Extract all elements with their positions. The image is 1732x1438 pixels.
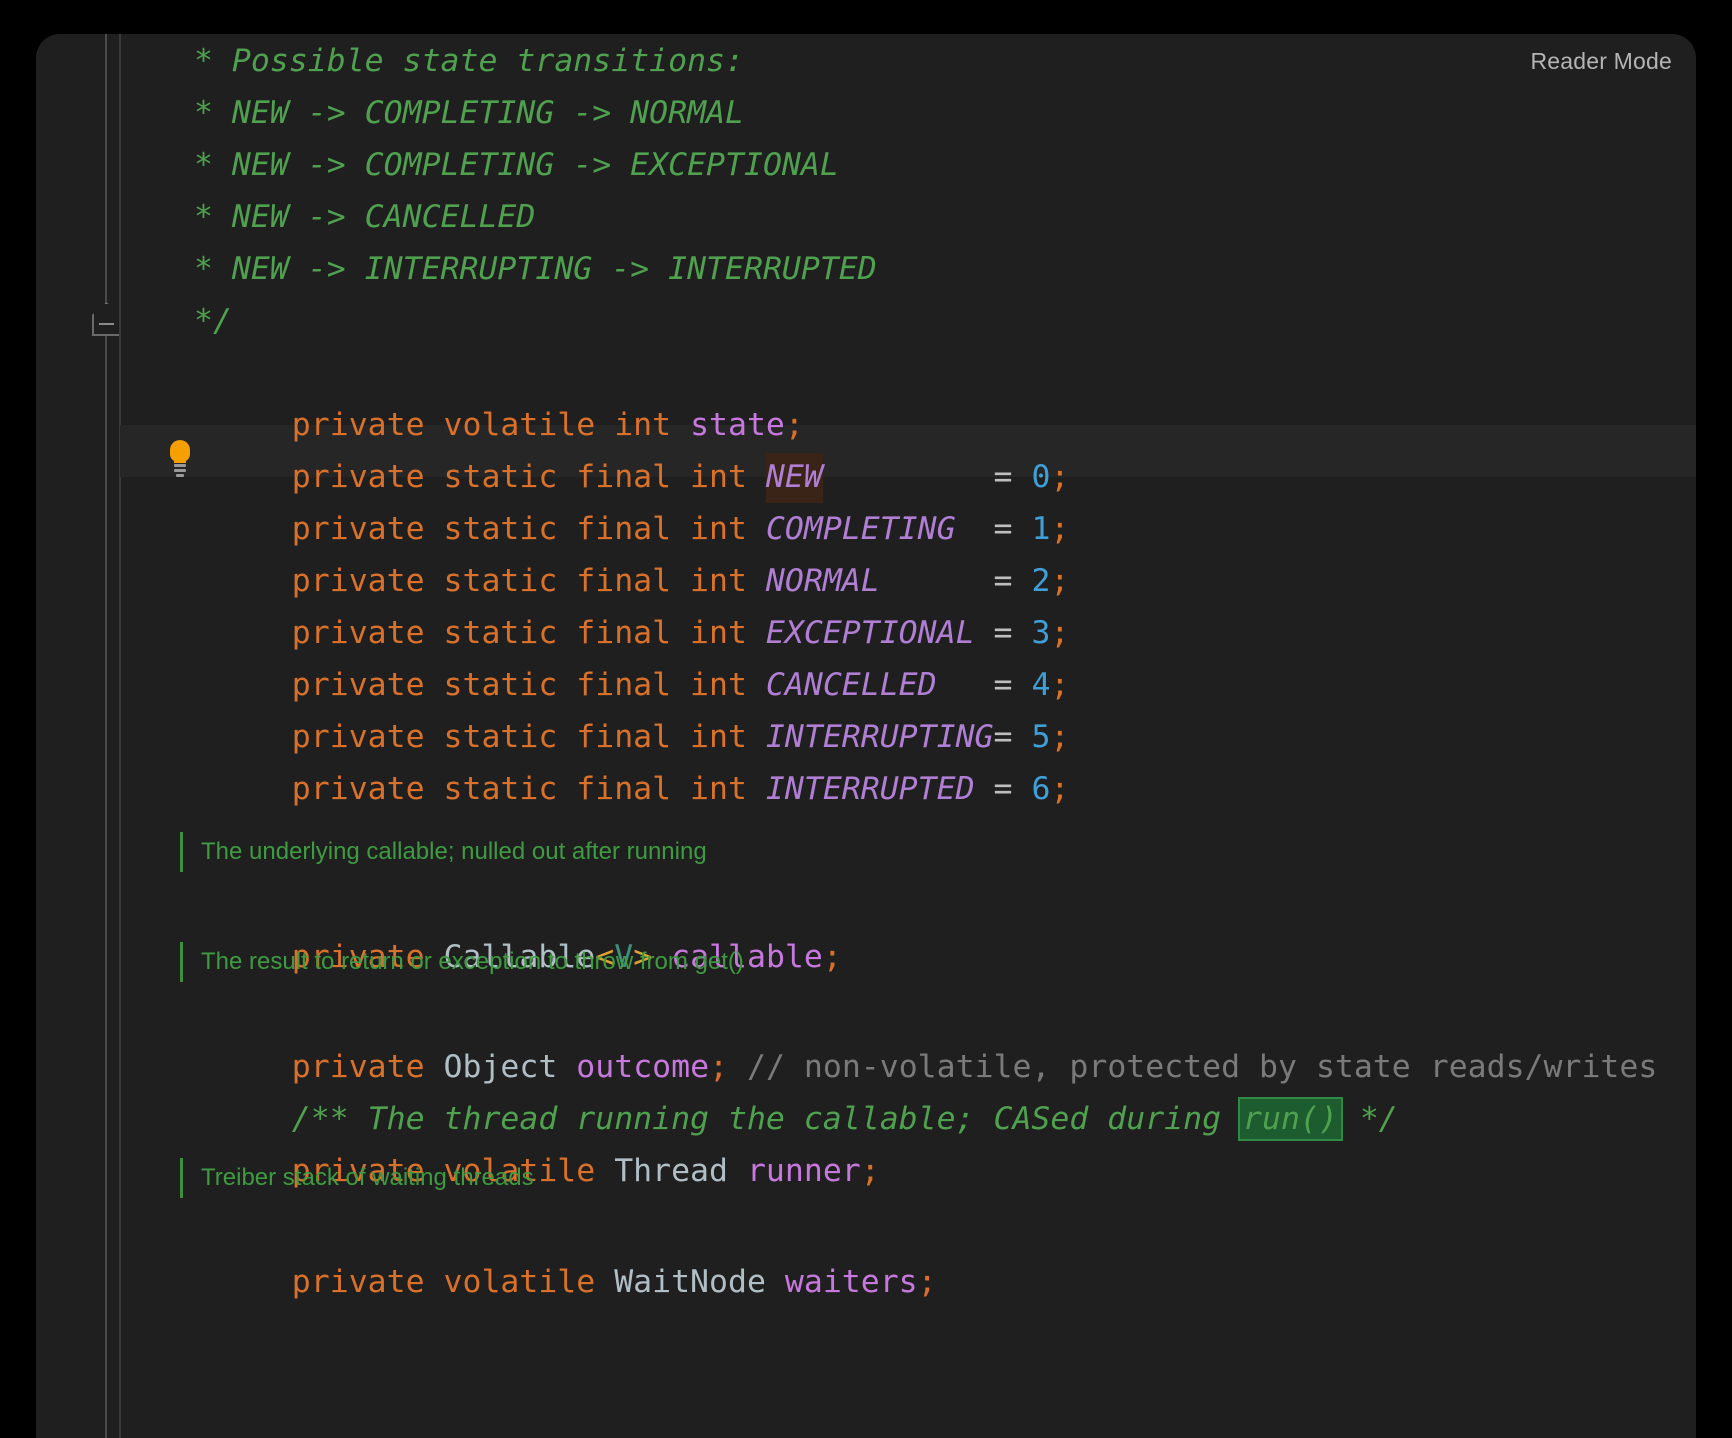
code-fold-collapse-icon[interactable] xyxy=(92,302,121,336)
code-line-constant: private static final int CANCELLED = 4; xyxy=(178,607,1070,703)
code-line-comment-end: */ xyxy=(194,295,232,347)
doc-comment-after-match: */ xyxy=(1340,1101,1398,1137)
code-line-comment: * NEW -> INTERRUPTING -> INTERRUPTED xyxy=(194,243,877,295)
rendered-doc-comment[interactable]: Treiber stack of waiting threads xyxy=(180,1156,534,1200)
code-line-comment: * NEW -> COMPLETING -> EXCEPTIONAL xyxy=(194,139,839,191)
keyword-tokens: private static final int xyxy=(291,771,747,807)
code-line-field-callable: private Callable<V> callable; xyxy=(178,879,842,975)
semicolon: ; xyxy=(822,939,842,975)
doc-accent-bar xyxy=(180,1158,183,1198)
doc-accent-bar xyxy=(180,832,183,872)
semicolon: ; xyxy=(917,1264,937,1300)
type-name: Thread xyxy=(614,1153,728,1189)
code-line-comment: * Possible state transitions: xyxy=(194,35,744,87)
comment-text: * NEW -> COMPLETING -> NORMAL xyxy=(194,95,744,131)
search-match-highlight: run() xyxy=(1238,1097,1343,1141)
semicolon: ; xyxy=(1050,771,1070,807)
code-line-comment: * NEW -> COMPLETING -> NORMAL xyxy=(194,87,744,139)
field-name: runner xyxy=(746,1153,861,1189)
code-line-doc-runner: /** The thread running the callable; CAS… xyxy=(178,1041,1398,1141)
rendered-doc-comment[interactable]: The underlying callable; nulled out afte… xyxy=(180,830,707,874)
editor-gutter[interactable] xyxy=(36,34,121,1438)
rendered-doc-comment[interactable]: The result to return or exception to thr… xyxy=(180,940,744,984)
code-line-field-runner: private volatile Thread runner; xyxy=(178,1093,880,1189)
comment-text: * NEW -> INTERRUPTING -> INTERRUPTED xyxy=(194,251,877,287)
code-line-field-outcome: private Object outcome; // non-volatile,… xyxy=(178,989,1658,1085)
reader-mode-label[interactable]: Reader Mode xyxy=(1530,48,1672,75)
alignment-pad xyxy=(975,771,994,807)
fold-marker-shape xyxy=(92,302,121,336)
code-line-constant: private static final int EXCEPTIONAL = 3… xyxy=(178,555,1070,651)
code-line-constant: private static final int INTERRUPTING= 5… xyxy=(178,659,1070,755)
code-editor-content[interactable]: * Possible state transitions: * NEW -> C… xyxy=(120,34,1696,1438)
semicolon: ; xyxy=(860,1153,880,1189)
code-line-constant: private static final int INTERRUPTED = 6… xyxy=(178,711,1070,807)
comment-text: * Possible state transitions: xyxy=(194,43,744,79)
constant-value: 6 xyxy=(1031,771,1051,807)
editor-window: Reader Mode * Possible state transitions… xyxy=(36,34,1696,1438)
doc-text: The underlying callable; nulled out afte… xyxy=(201,838,707,865)
comment-text: * NEW -> COMPLETING -> EXCEPTIONAL xyxy=(194,147,839,183)
doc-accent-bar xyxy=(180,942,183,982)
constant-name: INTERRUPTED xyxy=(765,771,975,807)
doc-text: Treiber stack of waiting threads xyxy=(201,1164,534,1191)
fold-marker-minus xyxy=(99,323,114,325)
code-line-comment: * NEW -> CANCELLED xyxy=(194,191,535,243)
code-line-constant: private static final int NORMAL = 2; xyxy=(178,503,1070,599)
keyword-tokens: private volatile xyxy=(291,1264,596,1300)
code-line-constant: private static final int NEW = 0; xyxy=(178,399,1069,503)
comment-text: * NEW -> CANCELLED xyxy=(194,199,536,235)
doc-text: The result to return or exception to thr… xyxy=(201,948,744,975)
assign-operator: = xyxy=(993,771,1013,807)
code-line-field-waiters: private volatile WaitNode waiters; xyxy=(178,1204,937,1300)
field-name: waiters xyxy=(784,1264,918,1300)
code-line-field-state: private volatile int state; xyxy=(178,347,804,443)
comment-text: */ xyxy=(194,303,232,339)
type-name: WaitNode xyxy=(614,1264,766,1300)
code-fold-line xyxy=(105,34,107,1438)
code-line-constant: private static final int COMPLETING = 1; xyxy=(178,451,1070,547)
